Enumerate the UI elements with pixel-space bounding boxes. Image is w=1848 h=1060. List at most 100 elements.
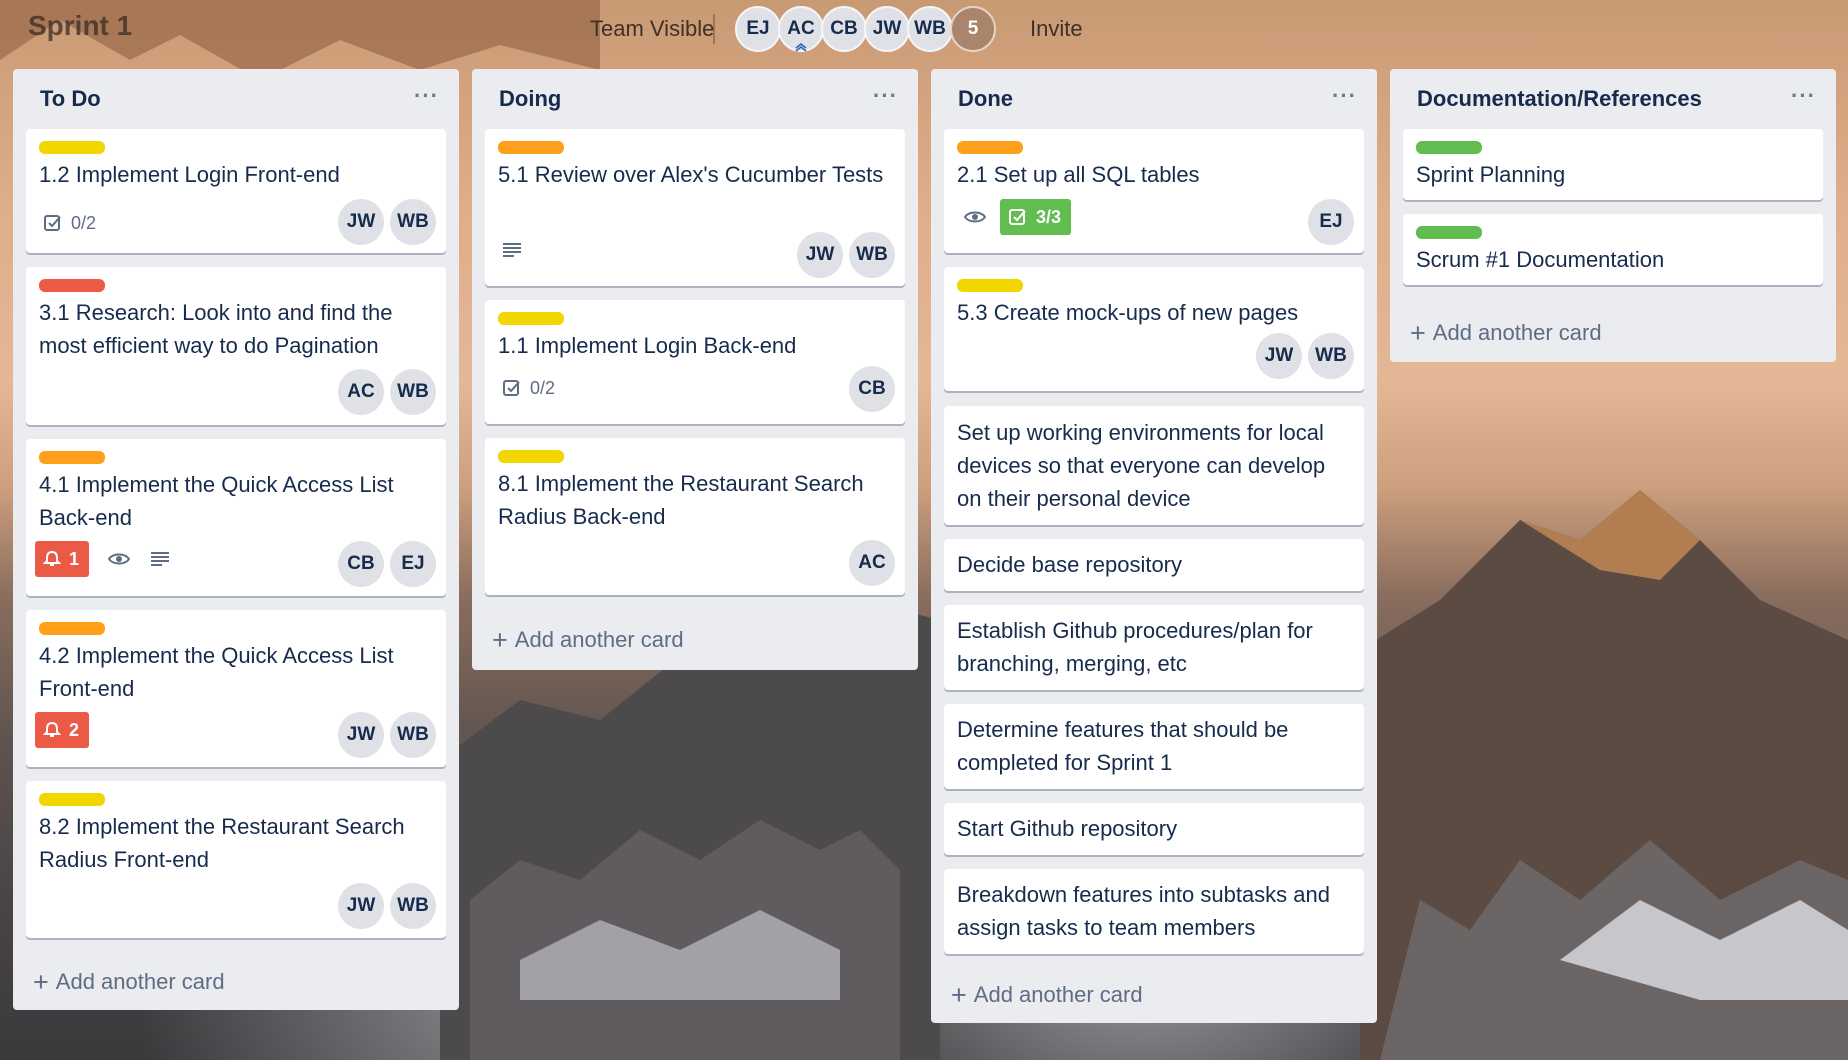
card[interactable]: 3.1 Research: Look into and find the mos… (26, 267, 446, 425)
member-avatar[interactable]: WB (849, 232, 895, 278)
board-header: Sprint 1 Team Visible EJ AC CB JW WB 5 I… (0, 0, 1848, 58)
list-menu-icon[interactable]: ··· (873, 83, 898, 109)
card-label-orange[interactable] (957, 141, 1023, 154)
member-avatar[interactable]: JW (797, 232, 843, 278)
list-menu-icon[interactable]: ··· (1791, 83, 1816, 109)
member-avatar[interactable]: JW (338, 712, 384, 758)
visibility-button[interactable]: Team Visible (590, 16, 714, 42)
card-label-yellow[interactable] (957, 279, 1023, 292)
card[interactable]: 1.2 Implement Login Front-end 0/2 JW WB (26, 129, 446, 253)
card[interactable]: Determine features that should be comple… (944, 704, 1364, 789)
card[interactable]: Start Github repository (944, 803, 1364, 855)
member-avatar[interactable]: JW (338, 883, 384, 929)
checklist-count: 0/2 (71, 212, 97, 233)
card-members: JW WB (332, 883, 436, 929)
card-label-yellow[interactable] (39, 793, 105, 806)
card[interactable]: 8.1 Implement the Restaurant Search Radi… (485, 438, 905, 595)
member-avatar[interactable]: WB (907, 6, 953, 52)
list-header: To Do ··· (13, 69, 459, 125)
member-avatar[interactable]: EJ (735, 6, 781, 52)
card[interactable]: 5.3 Create mock-ups of new pages JW WB (944, 267, 1364, 391)
list-header: Documentation/References ··· (1390, 69, 1836, 125)
card-label-red[interactable] (39, 279, 105, 292)
card-title: 1.1 Implement Login Back-end (498, 333, 797, 358)
card-label-orange[interactable] (39, 622, 105, 635)
card[interactable]: Scrum #1 Documentation (1403, 214, 1823, 285)
list-menu-icon[interactable]: ··· (1332, 83, 1357, 109)
add-card-label: Add another card (514, 627, 684, 652)
member-initials: AC (787, 18, 815, 39)
member-avatar[interactable]: JW (338, 199, 384, 245)
card-title: 5.3 Create mock-ups of new pages (957, 300, 1299, 325)
header-divider (713, 14, 715, 44)
card[interactable]: 5.1 Review over Alex's Cucumber Tests JW… (485, 129, 905, 286)
card-label-green[interactable] (1416, 226, 1482, 239)
card[interactable]: 4.2 Implement the Quick Access List Fron… (26, 610, 446, 767)
list-menu-icon[interactable]: ··· (414, 83, 439, 109)
list-title[interactable]: To Do (40, 86, 101, 112)
card-label-yellow[interactable] (39, 141, 105, 154)
card[interactable]: 2.1 Set up all SQL tables 3/3 EJ (944, 129, 1364, 253)
card-label-orange[interactable] (39, 451, 105, 464)
list-title[interactable]: Done (958, 86, 1013, 112)
board-title[interactable]: Sprint 1 (28, 10, 132, 42)
card-title: 4.2 Implement the Quick Access List Fron… (39, 643, 394, 701)
notification-count: 2 (69, 719, 80, 740)
member-avatar[interactable]: WB (390, 712, 436, 758)
member-avatar[interactable]: CB (338, 541, 384, 587)
checklist-badge: 0/2 (43, 205, 96, 241)
admin-chevron-icon (795, 43, 807, 52)
card-label-yellow[interactable] (498, 312, 564, 325)
plus-icon: + (951, 980, 967, 1010)
member-avatar[interactable]: WB (390, 199, 436, 245)
member-avatar[interactable]: JW (864, 6, 910, 52)
member-avatar[interactable]: CB (849, 366, 895, 412)
card-title: Sprint Planning (1416, 162, 1566, 187)
member-avatar[interactable]: AC (849, 540, 895, 586)
member-avatar[interactable]: EJ (1308, 199, 1354, 245)
card-title: Decide base repository (957, 552, 1183, 577)
member-avatar[interactable]: WB (390, 883, 436, 929)
card[interactable]: 8.2 Implement the Restaurant Search Radi… (26, 781, 446, 938)
card-title: 1.2 Implement Login Front-end (39, 162, 340, 187)
member-avatar[interactable]: EJ (390, 541, 436, 587)
card-members: CB EJ (332, 541, 436, 587)
card[interactable]: Decide base repository (944, 539, 1364, 591)
notification-badge[interactable]: 2 (35, 712, 90, 748)
card[interactable]: 1.1 Implement Login Back-end 0/2 CB (485, 300, 905, 424)
notification-badge[interactable]: 1 (35, 541, 90, 577)
card-label-orange[interactable] (498, 141, 564, 154)
card-title: 8.2 Implement the Restaurant Search Radi… (39, 814, 405, 872)
more-members-button[interactable]: 5 (950, 6, 996, 52)
add-card-button[interactable]: + Add another card (1410, 320, 1602, 347)
card[interactable]: Breakdown features into subtasks and ass… (944, 869, 1364, 954)
member-avatar[interactable]: CB (821, 6, 867, 52)
card-title: 2.1 Set up all SQL tables (957, 162, 1200, 187)
list-done: Done ··· 2.1 Set up all SQL tables 3/3 E… (931, 69, 1377, 1023)
member-avatar[interactable]: WB (390, 369, 436, 415)
member-avatar[interactable]: AC (778, 6, 824, 52)
plus-icon: + (33, 967, 49, 997)
member-avatar[interactable]: AC (338, 369, 384, 415)
add-card-button[interactable]: + Add another card (492, 627, 684, 654)
card-label-yellow[interactable] (498, 450, 564, 463)
member-avatar[interactable]: JW (1256, 333, 1302, 379)
card[interactable]: Set up working environments for local de… (944, 406, 1364, 525)
checklist-count: 3/3 (1036, 206, 1062, 227)
description-badge (502, 232, 522, 268)
list-to-do: To Do ··· 1.2 Implement Login Front-end … (13, 69, 459, 1010)
list-title[interactable]: Doing (499, 86, 561, 112)
add-card-button[interactable]: + Add another card (951, 980, 1143, 1010)
card[interactable]: Establish Github procedures/plan for bra… (944, 605, 1364, 690)
invite-button[interactable]: Invite (1030, 16, 1083, 42)
member-avatar[interactable]: WB (1308, 333, 1354, 379)
card[interactable]: Sprint Planning (1403, 129, 1823, 200)
bell-icon (43, 721, 61, 737)
add-card-label: Add another card (1432, 320, 1602, 345)
add-card-button[interactable]: + Add another card (33, 967, 225, 997)
eye-icon (964, 211, 986, 223)
watching-badge (964, 199, 986, 235)
card-label-green[interactable] (1416, 141, 1482, 154)
list-title[interactable]: Documentation/References (1417, 86, 1702, 112)
card[interactable]: 4.1 Implement the Quick Access List Back… (26, 439, 446, 596)
